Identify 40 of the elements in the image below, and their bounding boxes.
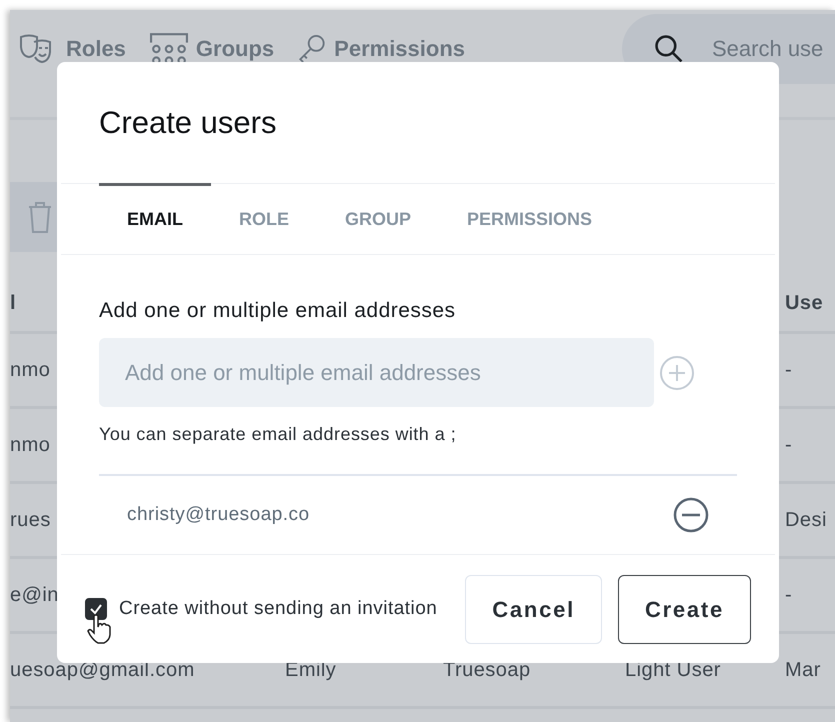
email-address: christy@truesoap.co	[127, 502, 310, 527]
column-header: l	[10, 290, 16, 316]
dialog-tab[interactable]: ROLE	[211, 183, 318, 254]
email-input[interactable]: Add one or multiple email addresses	[99, 338, 654, 408]
dialog-title: Create users	[98, 104, 278, 142]
checkbox[interactable]	[85, 598, 107, 620]
table-cell-text: -	[785, 583, 792, 608]
table-cell-text: -	[785, 433, 792, 458]
table-cell-text: rues	[10, 508, 51, 533]
plus-circle-icon	[659, 354, 695, 391]
table-cell-text: -	[785, 358, 792, 383]
table-cell-text: Desi	[785, 508, 827, 533]
table-cell-text: nmo	[10, 433, 50, 458]
table-cell-text: Emily	[285, 658, 336, 683]
table-cell-text: nmo	[10, 358, 50, 383]
hint-text: You can separate email addresses with a ;	[99, 423, 458, 446]
table-cell-text: uesoap@gmail.com	[10, 658, 195, 683]
trash-icon	[27, 200, 53, 234]
cancel-button[interactable]: Cancel	[465, 574, 602, 644]
remove-button[interactable]	[673, 497, 709, 534]
search-icon	[655, 35, 683, 63]
nav-link[interactable]: Groups	[150, 32, 274, 65]
dialog-tab[interactable]: GROUP	[317, 183, 440, 254]
table-cell-text: Truesoap	[443, 658, 531, 683]
nav-link[interactable]: Permissions	[298, 32, 465, 65]
table-cell-text: Mar	[785, 658, 821, 683]
minus-circle-icon	[673, 497, 709, 534]
create-button[interactable]: Create	[618, 574, 751, 644]
checkbox-label: Create without sending an invitation	[119, 597, 438, 621]
people-grid-icon	[150, 32, 188, 64]
key-icon	[298, 34, 326, 62]
dialog-tab[interactable]: PERMISSIONS	[439, 183, 620, 254]
check-icon	[89, 603, 103, 616]
hand-cursor-icon	[87, 613, 113, 646]
table-cell-text: e@in	[10, 583, 59, 608]
field-label: Add one or multiple email addresses	[99, 298, 456, 324]
column-header: Use	[785, 290, 824, 316]
nav-link[interactable]: Roles	[18, 32, 126, 65]
table-cell-text: Light User	[625, 658, 721, 683]
dialog-tab[interactable]: EMAIL	[99, 183, 211, 254]
